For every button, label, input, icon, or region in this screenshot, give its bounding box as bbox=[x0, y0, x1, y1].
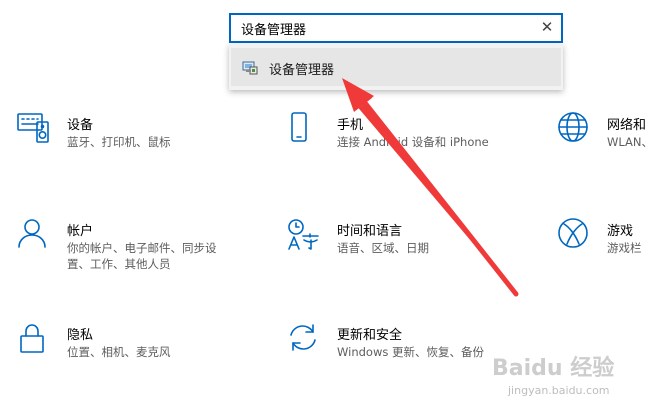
search-input[interactable] bbox=[231, 15, 531, 41]
time-language-icon bbox=[288, 219, 319, 250]
tile-accounts[interactable]: 帐户 你的帐户、电子邮件、同步设置、工作、其他人员 bbox=[17, 218, 217, 286]
tile-privacy[interactable]: 隐私 位置、相机、麦克风 bbox=[17, 322, 217, 390]
search-result-item[interactable]: 设备管理器 bbox=[231, 48, 561, 86]
tile-description: 语音、区域、日期 bbox=[337, 241, 429, 255]
tile-description: 游戏栏 bbox=[607, 241, 642, 255]
lock-icon bbox=[20, 324, 44, 353]
tile-phone[interactable]: 手机 连接 Android 设备和 iPhone bbox=[287, 112, 489, 180]
tile-title: 游戏 bbox=[607, 224, 634, 239]
globe-icon bbox=[558, 112, 588, 142]
tile-devices[interactable]: 设备 蓝牙、打印机、鼠标 bbox=[17, 112, 217, 180]
xbox-icon bbox=[558, 218, 588, 248]
person-icon bbox=[18, 219, 46, 248]
tile-description: 你的帐户、电子邮件、同步设置、工作、其他人员 bbox=[67, 241, 217, 271]
search-result-label: 设备管理器 bbox=[269, 63, 335, 78]
tile-title: 帐户 bbox=[67, 224, 94, 239]
tile-description: 连接 Android 设备和 iPhone bbox=[337, 135, 489, 149]
tile-title: 时间和语言 bbox=[337, 224, 403, 239]
device-manager-icon bbox=[242, 61, 258, 75]
sync-icon bbox=[290, 324, 316, 351]
search-suggestions: 设备管理器 bbox=[229, 44, 563, 90]
tile-description: 位置、相机、麦克风 bbox=[67, 345, 171, 359]
tile-title: 隐私 bbox=[67, 328, 94, 343]
tile-time-language[interactable]: 时间和语言 语音、区域、日期 bbox=[287, 218, 487, 286]
phone-icon bbox=[291, 112, 307, 142]
tile-gaming[interactable]: 游戏 游戏栏 bbox=[557, 218, 657, 286]
tile-update-security[interactable]: 更新和安全 Windows 更新、恢复、备份 bbox=[287, 322, 487, 390]
tile-description: 蓝牙、打印机、鼠标 bbox=[67, 135, 171, 149]
tile-title: 设备 bbox=[67, 118, 94, 133]
watermark-url: jingyan.baidu.com bbox=[508, 384, 610, 397]
tile-network[interactable]: 网络和 WLAN、 bbox=[557, 112, 657, 180]
tile-title: 手机 bbox=[337, 118, 364, 133]
watermark-text: Baidu 经验 bbox=[492, 356, 615, 381]
watermark: Baidu 经验 jingyan.baidu.com bbox=[480, 350, 640, 406]
search-box[interactable]: ✕ bbox=[229, 13, 563, 43]
tile-title: 网络和 bbox=[607, 118, 647, 133]
tile-description: WLAN、 bbox=[607, 135, 654, 149]
keyboard-speaker-icon bbox=[17, 113, 49, 143]
tile-title: 更新和安全 bbox=[337, 328, 403, 343]
close-icon[interactable]: ✕ bbox=[540, 19, 554, 35]
